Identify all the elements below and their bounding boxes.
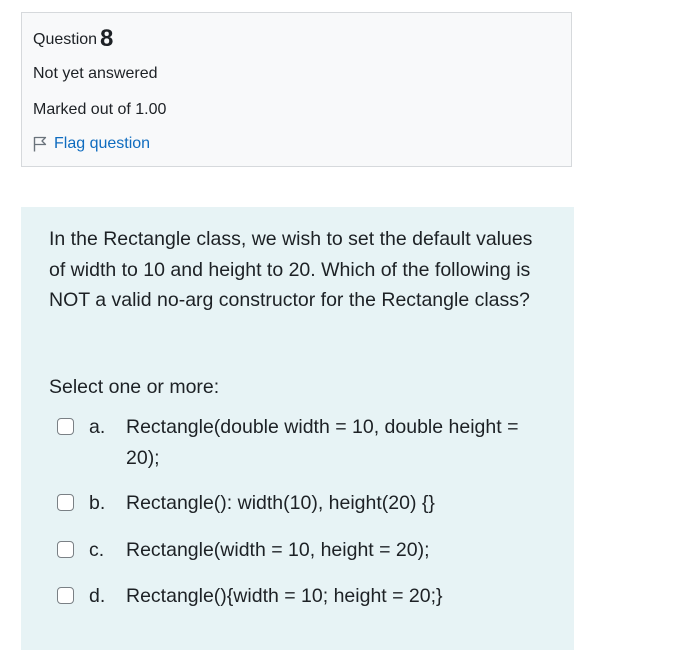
answer-checkbox-b[interactable] (57, 494, 74, 511)
question-info-panel: Question 8 Not yet answered Marked out of… (21, 12, 572, 167)
answer-checkbox-a[interactable] (57, 418, 74, 435)
question-label: Question (33, 31, 98, 48)
answer-prompt: Select one or more: (49, 376, 220, 398)
question-number: 8 (100, 25, 114, 52)
question-number-heading: Question 8 (33, 25, 113, 53)
answer-checkbox-d[interactable] (57, 587, 74, 604)
answer-text-c: Rectangle(width = 10, height = 20); (126, 539, 430, 561)
question-state: Not yet answered (33, 65, 158, 82)
question-grade: Marked out of 1.00 (33, 101, 167, 118)
flag-question-label: Flag question (54, 135, 151, 152)
answer-letter-b: b. (89, 492, 106, 514)
question-content-panel: In the Rectangle class, we wish to set t… (21, 207, 574, 650)
flag-question-link[interactable]: Flag question (33, 135, 150, 153)
answer-letter-d: d. (89, 585, 106, 607)
answer-checkbox-c[interactable] (57, 541, 74, 558)
flag-outline-icon (33, 136, 47, 152)
answer-letter-a: a. (89, 416, 106, 438)
answer-letter-c: c. (89, 539, 105, 561)
answer-text-b: Rectangle(): width(10), height(20) {} (126, 492, 435, 514)
answer-text-d: Rectangle(){width = 10; height = 20;} (126, 585, 443, 607)
answer-text-a: Rectangle(double width = 10, double heig… (126, 416, 519, 469)
question-text: In the Rectangle class, we wish to set t… (49, 228, 533, 311)
